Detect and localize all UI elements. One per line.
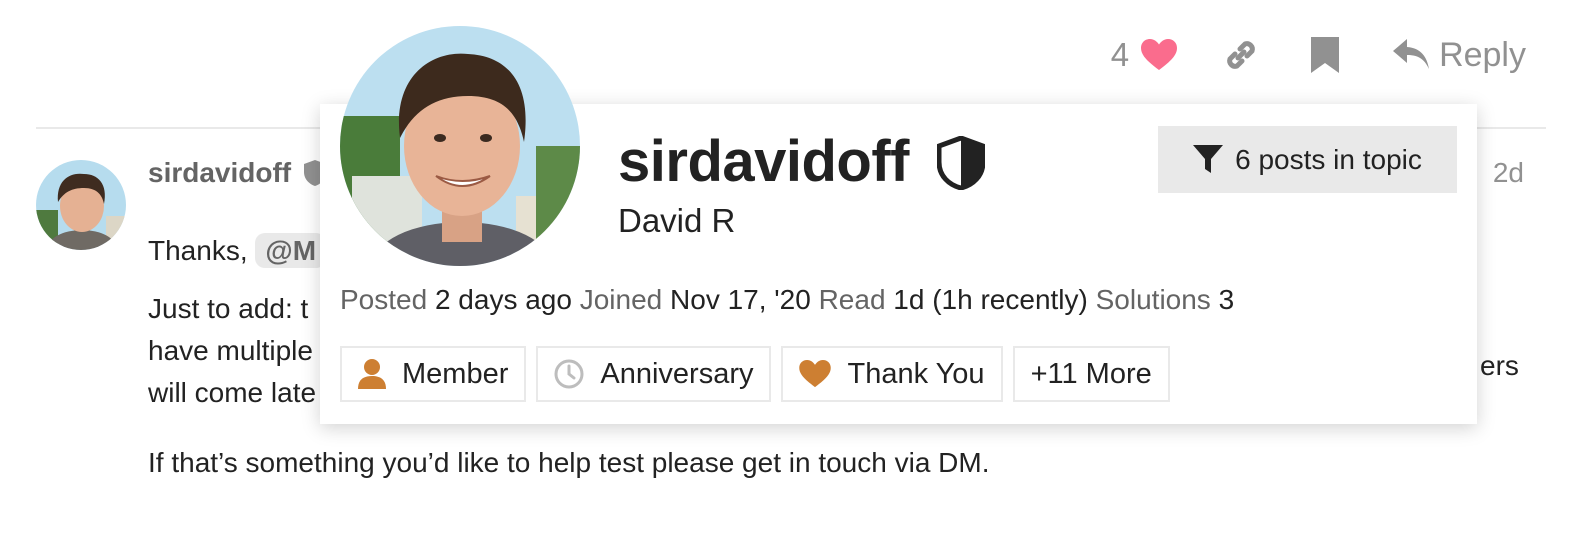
post-text: will come late — [148, 377, 317, 408]
meta-value: 2 days ago — [434, 284, 572, 315]
user-meta: Posted 2 days ago Joined Nov 17, '20 Rea… — [340, 284, 1234, 316]
heart-icon — [799, 360, 832, 388]
like-count[interactable]: 4 — [1111, 36, 1129, 74]
meta-label: Joined — [579, 284, 663, 315]
meta-value: 1d (1h recently) — [893, 284, 1088, 315]
post-text: Just to add: t — [148, 293, 309, 324]
card-avatar[interactable] — [340, 26, 580, 266]
badge-label: Anniversary — [600, 357, 754, 390]
filter-icon — [1193, 144, 1224, 173]
user-icon — [358, 359, 386, 389]
post-actions: 4 Reply — [1111, 30, 1526, 80]
heart-icon[interactable] — [1141, 39, 1178, 71]
reply-label: Reply — [1439, 35, 1526, 74]
post-text: Thanks, — [148, 235, 248, 266]
badge-list: Member Anniversary Thank You +11 More — [340, 346, 1180, 402]
clock-icon — [554, 359, 584, 389]
badge-label: Thank You — [847, 357, 985, 390]
post-text-fragment: ers — [1480, 350, 1519, 381]
badge-more[interactable]: +11 More — [1012, 346, 1170, 402]
meta-value: Nov 17, '20 — [670, 284, 811, 315]
badge-label: Member — [402, 357, 509, 390]
card-username[interactable]: sirdavidoff — [618, 128, 910, 195]
meta-label: Read — [818, 284, 886, 315]
reply-icon — [1393, 39, 1430, 69]
badge-member[interactable]: Member — [340, 346, 527, 402]
mention[interactable]: @M — [255, 233, 327, 268]
meta-value[interactable]: 3 — [1219, 284, 1235, 315]
posts-in-topic-button[interactable]: 6 posts in topic — [1158, 126, 1457, 193]
shield-icon — [936, 135, 986, 195]
bookmark-icon[interactable] — [1311, 37, 1340, 73]
badge-thank-you[interactable]: Thank You — [781, 346, 1003, 402]
meta-label: Posted — [340, 284, 428, 315]
post-date[interactable]: 2d — [1493, 157, 1524, 189]
post-text: have multiple — [148, 335, 313, 366]
post-username[interactable]: sirdavidoff — [148, 157, 291, 189]
posts-in-topic-label: 6 posts in topic — [1235, 143, 1422, 175]
post-text: If that’s something you’d like to help t… — [148, 447, 990, 478]
post-avatar[interactable] — [36, 160, 126, 250]
badge-anniversary[interactable]: Anniversary — [536, 346, 772, 402]
card-full-name: David R — [618, 202, 736, 239]
meta-label: Solutions — [1095, 284, 1211, 315]
badge-label: +11 More — [1030, 357, 1152, 390]
reply-button[interactable]: Reply — [1393, 36, 1526, 75]
link-icon[interactable] — [1223, 37, 1259, 73]
